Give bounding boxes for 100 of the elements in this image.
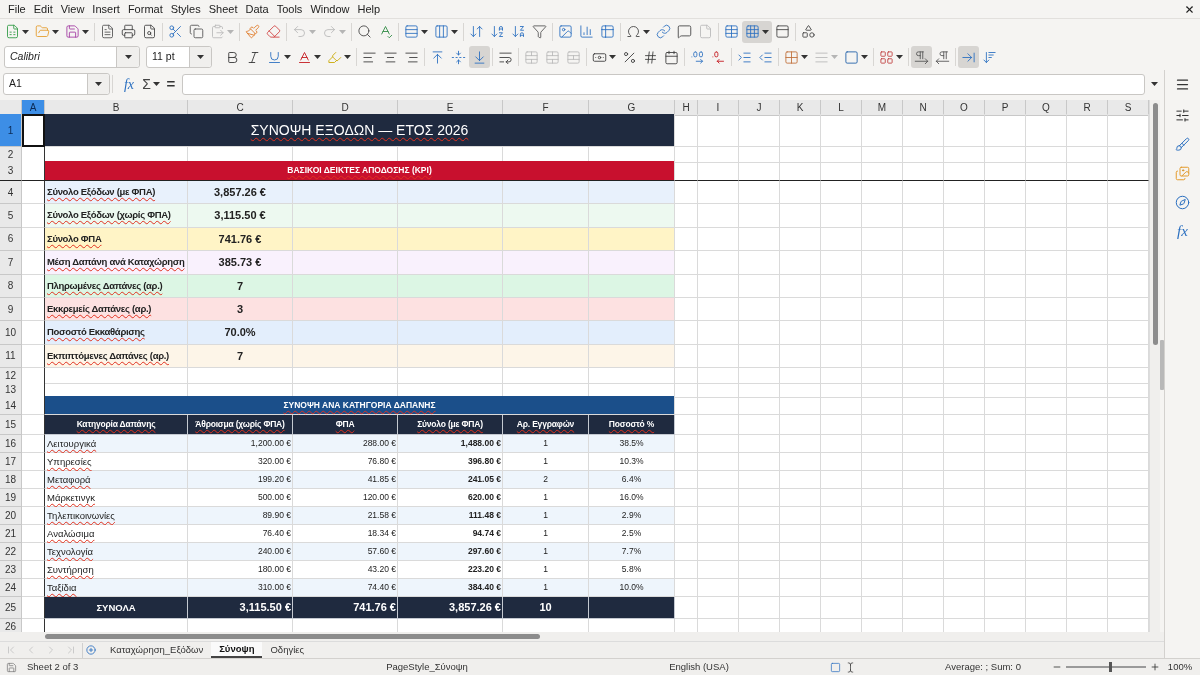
caret-icon — [861, 55, 868, 59]
grid-cell — [1067, 435, 1108, 454]
function-wizard-button[interactable]: fx — [119, 73, 139, 95]
row-heading[interactable]: 3 — [0, 161, 22, 181]
cell-cursor — [22, 114, 45, 147]
row-heading[interactable]: 4 — [0, 181, 22, 205]
menu-item[interactable]: Tools — [273, 1, 306, 17]
row-heading[interactable]: 17 — [0, 453, 22, 472]
row-heading[interactable]: 21 — [0, 525, 22, 544]
row-heading[interactable]: 5 — [0, 204, 22, 228]
table-total-cell: 3,857.26 € — [398, 597, 503, 620]
sheet-tab[interactable]: Σύνοψη — [211, 642, 263, 658]
sidebar-handle[interactable] — [1160, 340, 1164, 390]
menu-item[interactable]: File — [5, 1, 29, 17]
sort-arrows-icon — [469, 24, 484, 39]
column-heading[interactable]: L — [821, 100, 862, 116]
grid-cell — [22, 227, 45, 252]
page-style[interactable]: PageStyle_Σύνοψη — [360, 659, 494, 675]
grid-cell — [739, 396, 780, 416]
row-heading[interactable]: 14 — [0, 396, 22, 416]
grid-cell — [862, 579, 903, 598]
grid-cell — [698, 344, 739, 369]
row-heading[interactable]: 18 — [0, 471, 22, 490]
menu-item[interactable]: Insert — [89, 1, 123, 17]
column-heading[interactable]: Q — [1026, 100, 1067, 116]
vertical-scrollbar-thumb[interactable] — [1152, 103, 1158, 345]
hash-icon — [643, 49, 658, 65]
font-name-box[interactable]: Calibri — [4, 46, 140, 68]
table-cell: 2.5% — [589, 525, 675, 544]
menu-item[interactable]: Data — [242, 1, 272, 17]
grid-cell — [22, 321, 45, 345]
menu-item[interactable]: Edit — [30, 1, 56, 17]
column-heading[interactable]: J — [739, 100, 780, 116]
scissors-icon — [168, 24, 183, 39]
row-heading[interactable]: 1 — [0, 114, 22, 147]
row-heading[interactable]: 25 — [0, 597, 22, 620]
add-sheet-button[interactable] — [82, 642, 98, 658]
formula-button[interactable]: = — [163, 73, 179, 95]
column-heading[interactable]: I — [698, 100, 739, 116]
row-heading[interactable]: 9 — [0, 297, 22, 322]
table-cell: 89.90 € — [188, 507, 293, 526]
row-heading[interactable]: 15 — [0, 415, 22, 436]
zoom-in-button[interactable] — [1150, 661, 1160, 673]
column-heading[interactable]: K — [780, 100, 821, 116]
kpi-value: 741.76 € — [188, 227, 293, 252]
caret-icon — [95, 82, 102, 86]
sheet-tab[interactable]: Καταχώρηση_Εξόδων — [102, 642, 212, 658]
sheet-tab[interactable]: Οδηγίες — [262, 642, 313, 658]
grid-cell — [985, 435, 1026, 454]
freeze-button[interactable] — [742, 20, 772, 43]
document-icon — [100, 24, 115, 39]
functions-button[interactable]: fx — [1170, 219, 1195, 243]
menu-item[interactable]: View — [57, 1, 88, 17]
grid-cell — [780, 597, 821, 620]
menu-item[interactable]: Window — [307, 1, 353, 17]
formula-input-field[interactable] — [182, 73, 1145, 95]
grid-cell — [985, 525, 1026, 544]
indent-decrease-icon — [758, 49, 773, 65]
row-heading[interactable]: 19 — [0, 489, 22, 508]
column-heading[interactable]: R — [1067, 100, 1108, 116]
horizontal-scrollbar-thumb[interactable] — [45, 634, 540, 639]
menu-item[interactable]: Sheet — [205, 1, 241, 17]
font-size-box[interactable]: 11 pt — [146, 46, 212, 68]
align-bottom-button[interactable] — [469, 46, 490, 68]
row-heading[interactable]: 7 — [0, 251, 22, 275]
grid-cell — [862, 321, 903, 345]
row-heading[interactable]: 26 — [0, 619, 22, 632]
table-cell: Τεχνολογία — [45, 543, 188, 562]
grid-cell — [862, 415, 903, 436]
column-heading[interactable]: P — [985, 100, 1026, 116]
row-heading[interactable]: 6 — [0, 227, 22, 252]
column-heading[interactable]: N — [903, 100, 944, 116]
row-heading[interactable]: 16 — [0, 435, 22, 454]
grid-cell — [903, 489, 944, 508]
name-box[interactable]: A1 — [3, 73, 110, 95]
grid-cell — [903, 561, 944, 580]
sum-button[interactable]: Σ — [139, 73, 163, 95]
zoom-slider-thumb[interactable] — [1109, 662, 1112, 672]
row-heading[interactable]: 8 — [0, 274, 22, 298]
row-heading[interactable]: 20 — [0, 507, 22, 526]
menu-item[interactable]: Format — [124, 1, 166, 17]
grid-cell — [903, 525, 944, 544]
column-heading[interactable]: S — [1108, 100, 1149, 116]
row-heading[interactable]: 22 — [0, 543, 22, 562]
text-cursor-icon[interactable] — [845, 661, 856, 673]
row-heading[interactable]: 10 — [0, 321, 22, 345]
grid-cell — [821, 114, 862, 147]
row-heading[interactable]: 11 — [0, 344, 22, 369]
zoom-percentage[interactable]: 100% — [1160, 659, 1200, 675]
language[interactable]: English (USA) — [634, 659, 764, 675]
left-to-right-button[interactable] — [911, 46, 932, 68]
column-heading[interactable]: O — [944, 100, 985, 116]
row-heading[interactable]: 23 — [0, 561, 22, 580]
table-cell: Αναλώσιμα — [45, 525, 188, 544]
column-heading[interactable]: M — [862, 100, 903, 116]
menu-item[interactable]: Help — [354, 1, 384, 17]
text-horizontal-button[interactable] — [958, 46, 979, 68]
row-heading[interactable]: 24 — [0, 579, 22, 598]
menu-item[interactable]: Styles — [167, 1, 204, 17]
column-heading[interactable]: H — [675, 100, 698, 116]
